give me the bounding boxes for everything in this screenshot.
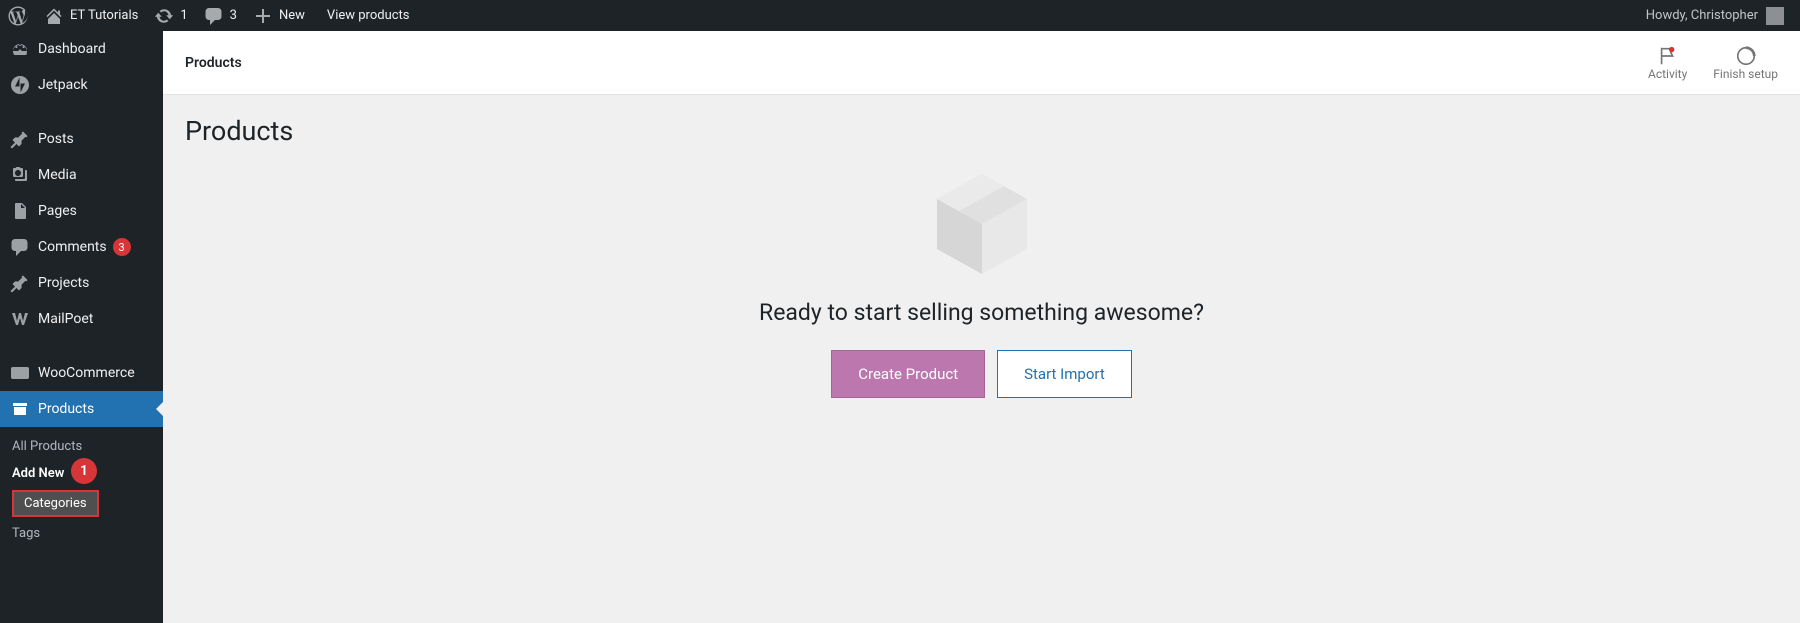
mailpoet-icon: [10, 309, 30, 329]
submenu-add-new[interactable]: Add New 1: [0, 460, 163, 487]
view-products[interactable]: View products: [313, 0, 418, 31]
page-heading: Products: [185, 115, 1778, 147]
sidebar-item-woocommerce[interactable]: WooCommerce: [0, 355, 163, 391]
sidebar-item-label: Media: [38, 167, 77, 183]
submenu-add-new-label: Add New: [12, 466, 64, 481]
create-product-button[interactable]: Create Product: [831, 350, 985, 398]
pin-icon: [10, 273, 30, 293]
howdy-text: Howdy, Christopher: [1646, 8, 1758, 23]
progress-icon: [1735, 45, 1757, 67]
sidebar-item-label: Posts: [38, 131, 74, 147]
activity-label: Activity: [1648, 67, 1687, 81]
finish-setup-button[interactable]: Finish setup: [1713, 45, 1778, 81]
sidebar-item-label: Pages: [38, 203, 77, 219]
updates-count: 1: [180, 8, 187, 23]
page-body: Products Ready to start selling somethin…: [163, 95, 1800, 418]
adminbar-left: ET Tutorials 1 3 New View products: [0, 0, 418, 31]
box-illustration-icon: [922, 159, 1042, 279]
dashboard-icon: [10, 39, 30, 59]
sidebar-item-label: Jetpack: [38, 77, 88, 93]
flag-icon: [1657, 45, 1679, 67]
content-header: Products Activity Finish setup: [163, 31, 1800, 95]
archive-icon: [10, 399, 30, 419]
jetpack-icon: [10, 75, 30, 95]
comments-badge: 3: [113, 238, 131, 256]
sidebar-item-projects[interactable]: Projects: [0, 265, 163, 301]
callout-badge: 1: [71, 458, 97, 484]
sidebar: Dashboard Jetpack Posts Media Pages Comm…: [0, 31, 163, 623]
woocommerce-icon: [10, 363, 30, 383]
sidebar-item-pages[interactable]: Pages: [0, 193, 163, 229]
pin-icon: [10, 129, 30, 149]
empty-heading: Ready to start selling something awesome…: [759, 299, 1204, 326]
header-title: Products: [185, 55, 242, 71]
submenu-all-products[interactable]: All Products: [0, 433, 163, 460]
new-label: New: [279, 8, 305, 23]
adminbar-right: Howdy, Christopher: [1638, 0, 1800, 31]
content: Products Activity Finish setup Products …: [163, 31, 1800, 623]
page-icon: [10, 201, 30, 221]
sidebar-item-posts[interactable]: Posts: [0, 121, 163, 157]
wp-logo[interactable]: [0, 0, 36, 31]
sidebar-item-mailpoet[interactable]: MailPoet: [0, 301, 163, 337]
my-account[interactable]: Howdy, Christopher: [1638, 0, 1792, 31]
submenu-tags[interactable]: Tags: [0, 520, 163, 547]
home-icon: [44, 6, 64, 26]
sidebar-item-comments[interactable]: Comments 3: [0, 229, 163, 265]
plus-icon: [253, 6, 273, 26]
new-content[interactable]: New: [245, 0, 313, 31]
wordpress-icon: [8, 6, 28, 26]
update-icon: [154, 6, 174, 26]
comments-count: 3: [230, 8, 237, 23]
comments-icon: [10, 237, 30, 257]
comments-notif[interactable]: 3: [196, 0, 245, 31]
media-icon: [10, 165, 30, 185]
empty-buttons: Create Product Start Import: [831, 350, 1131, 398]
start-import-button[interactable]: Start Import: [997, 350, 1132, 398]
empty-state: Ready to start selling something awesome…: [185, 159, 1778, 398]
sidebar-item-label: Products: [38, 401, 94, 417]
menu-separator: [0, 337, 163, 355]
activity-button[interactable]: Activity: [1648, 45, 1687, 81]
view-products-label: View products: [327, 8, 410, 23]
updates[interactable]: 1: [146, 0, 195, 31]
site-name-label: ET Tutorials: [70, 8, 138, 23]
sidebar-item-label: WooCommerce: [38, 365, 135, 381]
sidebar-item-label: Dashboard: [38, 41, 106, 57]
sidebar-item-label: Comments: [38, 239, 107, 255]
site-name[interactable]: ET Tutorials: [36, 0, 146, 31]
finish-setup-label: Finish setup: [1713, 67, 1778, 81]
submenu-categories[interactable]: Categories: [12, 490, 99, 517]
sidebar-item-dashboard[interactable]: Dashboard: [0, 31, 163, 67]
submenu-products: All Products Add New 1 Categories Tags: [0, 427, 163, 553]
sidebar-item-media[interactable]: Media: [0, 157, 163, 193]
comment-icon: [204, 6, 224, 26]
sidebar-item-jetpack[interactable]: Jetpack: [0, 67, 163, 103]
sidebar-item-label: Projects: [38, 275, 89, 291]
menu-separator: [0, 103, 163, 121]
sidebar-item-products[interactable]: Products: [0, 391, 163, 427]
adminbar: ET Tutorials 1 3 New View products Howdy…: [0, 0, 1800, 31]
header-actions: Activity Finish setup: [1648, 45, 1778, 81]
avatar: [1766, 7, 1784, 25]
sidebar-item-label: MailPoet: [38, 311, 93, 327]
